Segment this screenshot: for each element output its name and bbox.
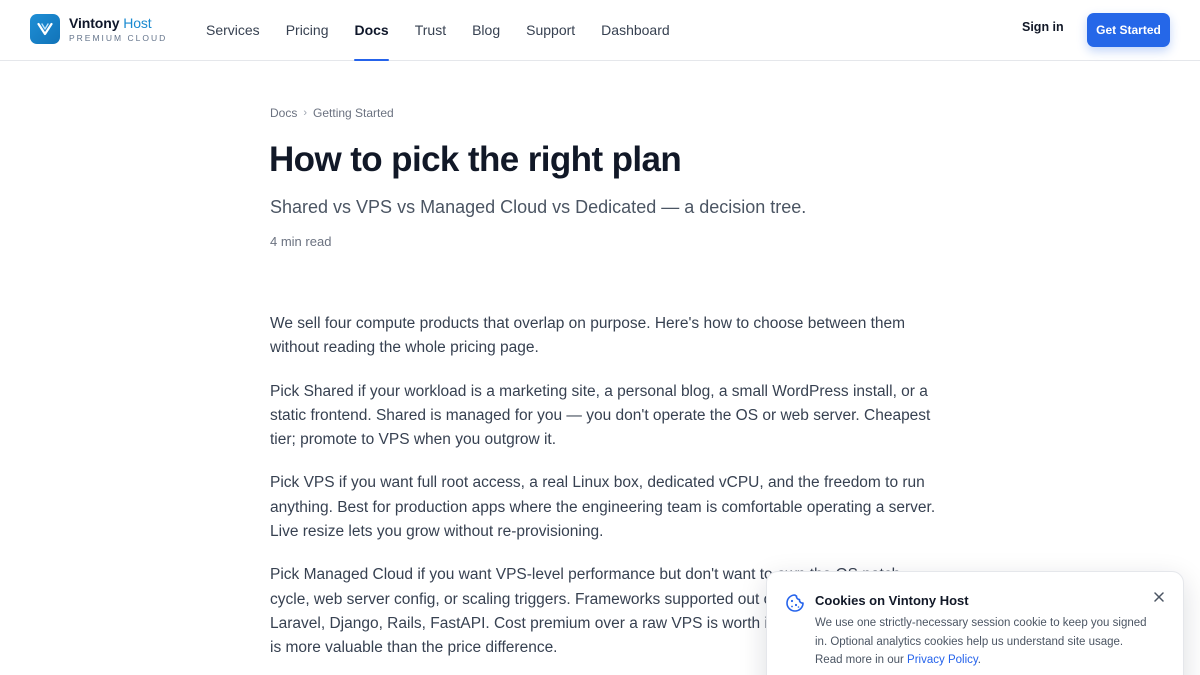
brand-logo[interactable]: Vintony Host PREMIUM CLOUD bbox=[30, 14, 167, 44]
close-icon[interactable] bbox=[1151, 589, 1167, 605]
cookie-banner-text: We use one strictly-necessary session co… bbox=[815, 617, 1147, 666]
nav-services[interactable]: Services bbox=[193, 0, 273, 61]
nav-pricing[interactable]: Pricing bbox=[273, 0, 342, 61]
article-paragraph: Pick Shared if your workload is a market… bbox=[270, 382, 931, 449]
page-subtitle: Shared vs VPS vs Managed Cloud vs Dedica… bbox=[270, 197, 807, 217]
nav-support[interactable]: Support bbox=[513, 0, 588, 61]
nav-blog[interactable]: Blog bbox=[459, 0, 513, 61]
nav-trust[interactable]: Trust bbox=[402, 0, 459, 61]
logo-v-icon bbox=[30, 14, 60, 44]
privacy-policy-link[interactable]: Privacy Policy bbox=[907, 654, 978, 666]
brand-tagline: PREMIUM CLOUD bbox=[69, 32, 168, 43]
sign-in-link[interactable]: Sign in bbox=[1022, 20, 1064, 34]
cookie-banner-title: Cookies on Vintony Host bbox=[815, 593, 969, 608]
article-paragraph: Pick VPS if you want full root access, a… bbox=[270, 474, 936, 541]
get-started-button[interactable]: Get Started bbox=[1087, 13, 1170, 47]
breadcrumb-docs[interactable]: Docs bbox=[270, 106, 297, 120]
nav-docs[interactable]: Docs bbox=[341, 0, 401, 61]
breadcrumb-separator-icon: › bbox=[303, 107, 308, 119]
site-header: Vintony Host PREMIUM CLOUD Services Pric… bbox=[0, 0, 1200, 61]
brand-name: Vintony Host bbox=[69, 14, 152, 31]
page-title: How to pick the right plan bbox=[269, 140, 682, 179]
nav-dashboard[interactable]: Dashboard bbox=[588, 0, 683, 61]
article-paragraph: We sell four compute products that overl… bbox=[270, 315, 906, 357]
cookie-banner: Cookies on Vintony Host We use one stric… bbox=[766, 571, 1184, 675]
breadcrumb-current[interactable]: Getting Started bbox=[313, 106, 394, 120]
breadcrumb: Docs › Getting Started bbox=[270, 106, 394, 120]
main-nav: Services Pricing Docs Trust Blog Support… bbox=[193, 0, 683, 61]
read-time: 4 min read bbox=[270, 234, 332, 249]
cookie-icon bbox=[785, 593, 805, 613]
